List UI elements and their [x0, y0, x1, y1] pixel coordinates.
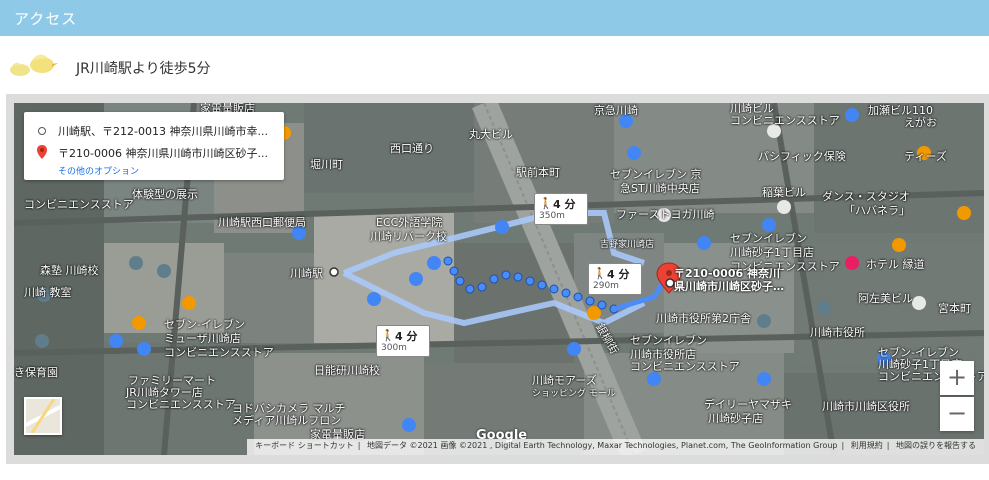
map-label: 川崎砂子店 [708, 412, 763, 425]
map-label: ファーストヨガ川崎 [616, 208, 715, 221]
map-label: ホテル 縁道 [866, 258, 925, 271]
map-label: コンビニエンスストア [126, 398, 236, 411]
walk-time: 4 分 [607, 268, 630, 281]
walk-route-box[interactable]: 🚶 4 分 290m [588, 263, 642, 295]
map-thumbnail-icon [25, 398, 61, 434]
map-label: メディア川崎ルフロン [232, 414, 342, 427]
destination-label: 〒210-0006 神奈川 県川崎市川崎区砂子… [674, 267, 784, 293]
map-label: 阿左美ビル [858, 292, 913, 305]
map-label: コンビニエンスストア [24, 198, 134, 211]
walk-time: 4 分 [395, 330, 418, 343]
map-attribution: キーボード ショートカット | 地図データ ©2021 画像 ©2021 , Di… [247, 439, 984, 455]
map-label: 川崎モアーズ [532, 374, 597, 387]
map-label: 吉野家川崎店 [600, 240, 655, 250]
access-text: JR川崎駅より徒歩5分 [76, 61, 211, 77]
map-label: セブンイレブン 京 [610, 168, 702, 181]
directions-destination-row[interactable]: 〒210-0006 神奈川県川崎市川崎区砂子... [24, 142, 284, 162]
destination-label-line1: 〒210-0006 神奈川 [674, 267, 780, 280]
map-label: 日能研川崎校 [314, 364, 380, 377]
map-label: セブンイレブン [630, 334, 707, 347]
map-label: 急ST川崎中央店 [620, 182, 700, 195]
origin-circle-icon [38, 127, 46, 135]
map-label: 宮本町 [938, 302, 971, 315]
map-label: 京急川崎 [594, 104, 638, 117]
map-label: デイリーヤマザキ [704, 398, 792, 411]
map-label: 川崎駅西口郵便局 [218, 216, 306, 229]
map-label: 森塾 川崎校 [40, 264, 99, 277]
map-label: ティーズ [904, 150, 947, 163]
map-label: 川崎市川崎区役所 [822, 400, 910, 413]
map-label: えがお [904, 116, 937, 129]
map-label: 稲葉ビル [762, 186, 806, 199]
map-label: 堀川町 [310, 158, 343, 171]
more-options-link[interactable]: その他のオプション [58, 164, 139, 177]
walk-route-box[interactable]: 🚶 4 分 350m [534, 193, 588, 225]
map-label: セブン-イレブン [164, 318, 245, 331]
keyboard-shortcuts-link[interactable]: キーボード ショートカット [251, 441, 358, 450]
directions-card: 川崎駅、〒212-0013 神奈川県川崎市幸... 〒210-0006 神奈川県… [24, 112, 284, 180]
map-label: 体験型の展示 [132, 188, 198, 201]
station-label: 川崎駅 [290, 267, 323, 280]
zoom-out-button[interactable]: − [940, 397, 974, 431]
walking-icon: 🚶 [381, 329, 395, 342]
map-label: ECC外語学院 [376, 216, 443, 229]
map-label: セブンイレブン [730, 232, 807, 245]
directions-origin: 川崎駅、〒212-0013 神奈川県川崎市幸... [58, 125, 268, 138]
map[interactable]: 家電量販店 京急川崎 川崎ビル コンビニエンスストア 加瀬ビル110 えがお 丸… [14, 103, 984, 455]
map-label: 川崎砂子1丁目店 [730, 246, 814, 259]
map-label: パシフィック保険 [758, 150, 846, 163]
terms-link[interactable]: 利用規約 [847, 441, 887, 450]
map-label: ミューザ川崎店 [164, 332, 241, 345]
destination-label-line2: 県川崎市川崎区砂子… [674, 280, 784, 293]
map-label: 丸大ビル [469, 128, 513, 141]
directions-origin-row[interactable]: 川崎駅、〒212-0013 神奈川県川崎市幸... [24, 120, 284, 140]
section-header: アクセス [0, 0, 989, 36]
map-label: コンビニエンスストア [730, 114, 840, 127]
map-label: ショッピング モール [532, 389, 616, 399]
map-type-toggle[interactable] [24, 397, 62, 435]
map-label: 西口通り [390, 142, 434, 155]
map-label: き保育園 [14, 366, 58, 379]
map-label: ダンス・スタジオ [822, 190, 910, 203]
map-label: 「ハバネラ」 [844, 204, 910, 217]
map-frame: 家電量販店 京急川崎 川崎ビル コンビニエンスストア 加瀬ビル110 えがお 丸… [6, 94, 989, 464]
map-data-text: 地図データ ©2021 画像 ©2021 , Digital Earth Tec… [366, 441, 838, 450]
access-row: JR川崎駅より徒歩5分 [0, 44, 989, 88]
walking-icon: 🚶 [593, 267, 607, 280]
map-label: 川崎市役所 [810, 326, 865, 339]
report-error-link[interactable]: 地図の誤りを報告する [892, 441, 980, 450]
map-label: 川崎リバーク校 [370, 230, 447, 243]
map-label: コンビニエンスストア [630, 360, 740, 373]
map-label: 駅前本町 [516, 166, 560, 179]
birds-icon [10, 54, 58, 76]
walk-time: 4 分 [553, 198, 576, 211]
section-title: アクセス [14, 10, 78, 28]
walk-route-box[interactable]: 🚶 4 分 300m [376, 325, 430, 357]
map-label: 川崎 教室 [24, 286, 72, 299]
map-label: コンビニエンスストア [164, 346, 274, 359]
walk-distance: 300m [381, 343, 407, 353]
walking-icon: 🚶 [539, 197, 553, 210]
destination-pin-icon [37, 145, 47, 159]
zoom-in-button[interactable]: + [940, 361, 974, 395]
map-label: 川崎市役所第2庁舎 [656, 312, 751, 325]
walk-distance: 290m [593, 281, 619, 291]
directions-destination: 〒210-0006 神奈川県川崎市川崎区砂子... [58, 147, 268, 160]
walk-distance: 350m [539, 211, 565, 221]
